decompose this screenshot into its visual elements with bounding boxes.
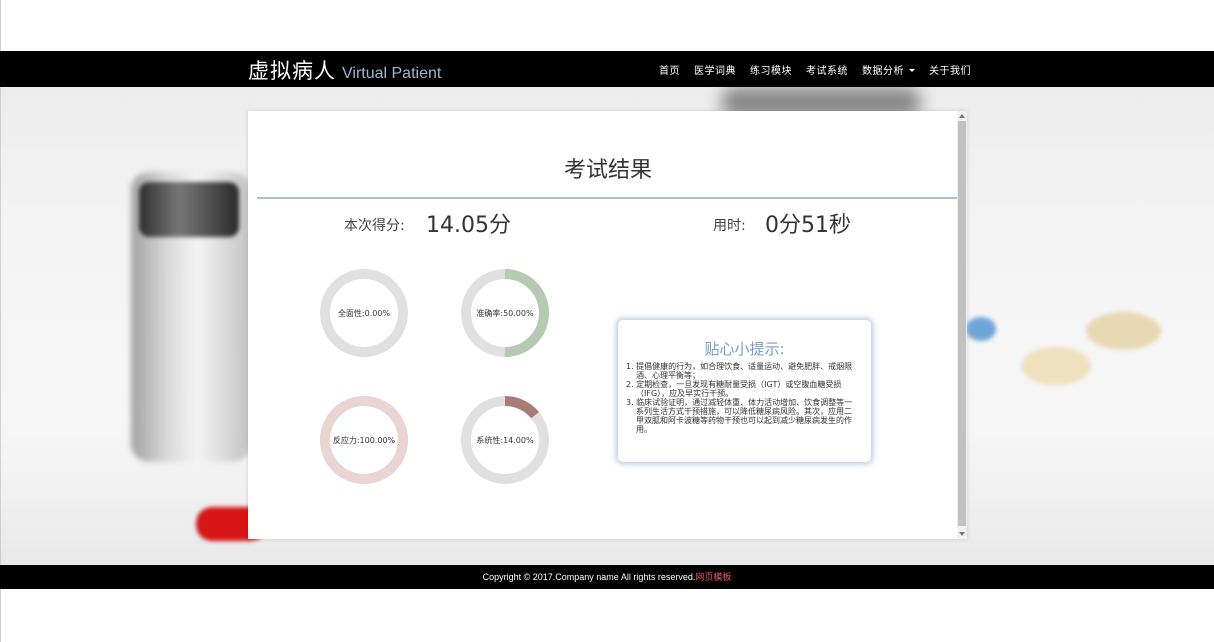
tip-item: 2. 定期检查，一旦发现有糖耐量受损（IGT）或空腹血糖受损（IFG），应及早实… bbox=[626, 380, 842, 398]
title-divider bbox=[257, 197, 957, 199]
score-value: 14.05分 bbox=[426, 213, 511, 238]
scrollbar-thumb[interactable] bbox=[958, 121, 966, 526]
scroll-down-arrow-icon[interactable] bbox=[959, 532, 965, 536]
time-value: 0分51秒 bbox=[765, 213, 851, 238]
background-blue-pill bbox=[966, 317, 996, 341]
footer-copyright: Copyright © 2017.Company name All rights… bbox=[482, 572, 696, 582]
brand-chinese-title: 虚拟病人 bbox=[248, 59, 336, 83]
background-tablet bbox=[1021, 347, 1091, 385]
tip-item: 3. 临床试验证明，通过减轻体重、体力活动增加、饮食调整等一系列生活方式干预措施… bbox=[626, 398, 853, 434]
brand-english-title: Virtual Patient bbox=[342, 65, 442, 82]
donut-completeness: 全面性:0.00% bbox=[319, 268, 409, 358]
donut-label: 系统性:14.00% bbox=[476, 435, 534, 445]
background-tablet bbox=[1086, 312, 1161, 350]
nav-item-practice[interactable]: 练习模块 bbox=[750, 62, 792, 77]
footer-template-link[interactable]: 网页模板 bbox=[695, 572, 731, 582]
footer: Copyright © 2017.Company name All rights… bbox=[0, 565, 1214, 589]
donut-label: 全面性:0.00% bbox=[337, 308, 391, 318]
page-title: 考试结果 bbox=[563, 158, 652, 183]
time-label: 用时: bbox=[713, 218, 746, 234]
background-vial-cap bbox=[139, 182, 239, 237]
scroll-up-arrow-icon[interactable] bbox=[959, 114, 965, 118]
top-navbar: 虚拟病人 Virtual Patient 首页 医学词典 练习模块 考试系统 数… bbox=[0, 51, 1214, 87]
donut-systematic: 系统性:14.00% bbox=[460, 395, 550, 485]
nav-item-medical-dictionary[interactable]: 医学词典 bbox=[694, 62, 736, 77]
panel-scrollbar[interactable] bbox=[957, 111, 967, 539]
caret-down-icon bbox=[909, 69, 915, 72]
nav-menu: 首页 医学词典 练习模块 考试系统 数据分析 关于我们 bbox=[645, 51, 971, 87]
exam-result-panel: 考试结果 本次得分: 14.05分 用时: 0分51秒 全面性:0.00% 准确… bbox=[248, 111, 967, 539]
donut-accuracy: 准确率:50.00% bbox=[460, 268, 550, 358]
tips-list: 1. 提倡健康的行为，如合理饮食、适量运动、避免肥胖、戒烟限酒、心理平衡等； 2… bbox=[626, 362, 858, 434]
nav-item-exam-system[interactable]: 考试系统 bbox=[806, 62, 848, 77]
nav-item-about-us[interactable]: 关于我们 bbox=[929, 62, 971, 77]
nav-item-data-analysis[interactable]: 数据分析 bbox=[862, 62, 915, 77]
nav-item-data-analysis-label: 数据分析 bbox=[862, 65, 904, 77]
score-label: 本次得分: bbox=[344, 218, 405, 234]
nav-item-home[interactable]: 首页 bbox=[659, 62, 680, 77]
donut-reaction: 反应力:100.00% bbox=[319, 395, 409, 485]
donut-label: 反应力:100.00% bbox=[332, 435, 396, 445]
tip-item: 1. 提倡健康的行为，如合理饮食、适量运动、避免肥胖、戒烟限酒、心理平衡等； bbox=[626, 362, 853, 380]
tips-card: 贴心小提示: 1. 提倡健康的行为，如合理饮食、适量运动、避免肥胖、戒烟限酒、心… bbox=[618, 320, 871, 462]
tips-title: 贴心小提示: bbox=[704, 340, 785, 358]
donut-label: 准确率:50.00% bbox=[476, 308, 534, 318]
brand-logo[interactable]: 虚拟病人 Virtual Patient bbox=[248, 55, 441, 83]
